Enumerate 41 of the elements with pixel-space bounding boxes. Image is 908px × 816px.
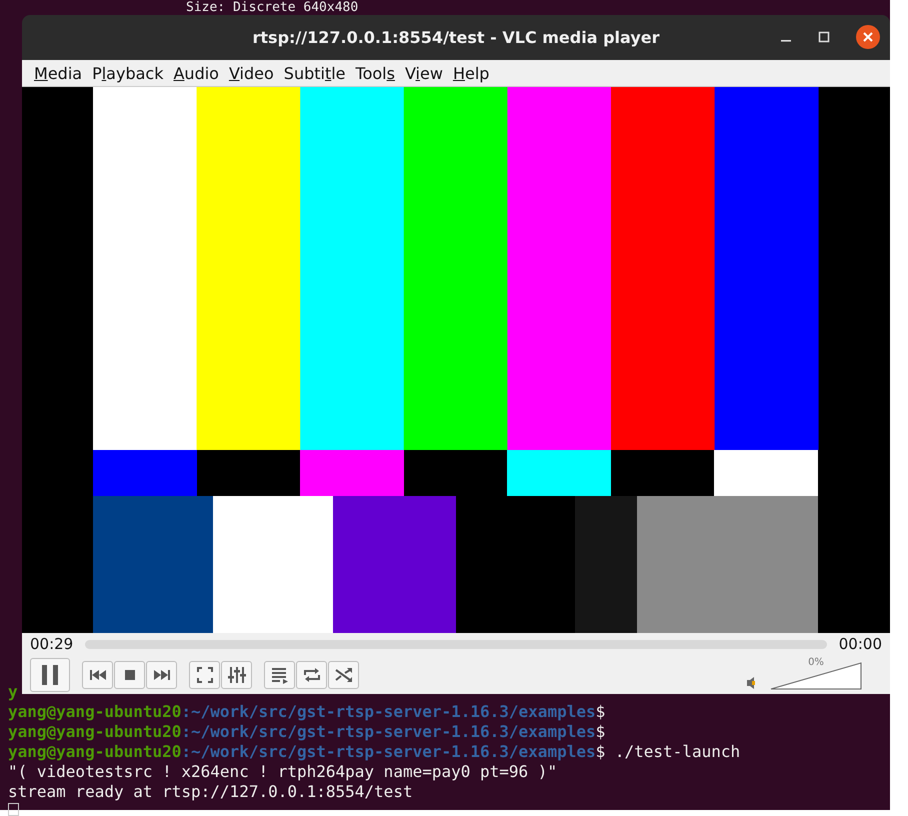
menu-item[interactable]: Playback bbox=[88, 64, 168, 82]
close-icon[interactable] bbox=[856, 25, 880, 49]
next-button[interactable] bbox=[146, 660, 177, 688]
volume-reading: 0% bbox=[808, 657, 824, 668]
loop-button[interactable] bbox=[296, 660, 327, 688]
elapsed-time: 00:29 bbox=[30, 635, 74, 653]
pause-icon bbox=[39, 662, 61, 686]
stop-icon bbox=[122, 668, 136, 682]
playlist-button[interactable] bbox=[264, 660, 295, 688]
pause-button[interactable] bbox=[30, 658, 70, 692]
terminal-line: yang@yang-ubuntu20:~/work/src/gst-rtsp-server-1.16.3/examples$ bbox=[8, 702, 606, 722]
playlist-icon bbox=[270, 666, 290, 684]
stop-button[interactable] bbox=[114, 660, 145, 688]
next-icon bbox=[152, 668, 170, 682]
terminal-line: stream ready at rtsp://127.0.0.1:8554/test bbox=[8, 782, 413, 802]
menu-item[interactable]: Subtitle bbox=[280, 64, 350, 82]
previous-icon bbox=[88, 668, 106, 682]
loop-icon bbox=[302, 666, 322, 684]
menu-item[interactable]: Audio bbox=[169, 64, 223, 82]
menu-item[interactable]: Tools bbox=[352, 64, 399, 82]
menu-item[interactable]: Help bbox=[448, 64, 494, 82]
terminal-line: y bbox=[8, 682, 18, 702]
terminal-line: Size: Discrete 640x480 bbox=[186, 0, 358, 15]
menu-item[interactable]: Video bbox=[224, 64, 278, 82]
menu-item[interactable]: View bbox=[400, 64, 447, 82]
fullscreen-button[interactable] bbox=[189, 660, 220, 688]
total-time: 00:00 bbox=[838, 635, 882, 653]
equalizer-button[interactable] bbox=[221, 660, 252, 688]
terminal-line: yang@yang-ubuntu20:~/work/src/gst-rtsp-server-1.16.3/examples$ bbox=[8, 722, 606, 742]
speaker-icon[interactable] bbox=[746, 676, 756, 690]
shuffle-icon bbox=[334, 666, 354, 684]
terminal-line: "( videotestsrc ! x264enc ! rtph264pay name=pay0 pt=96 )" bbox=[8, 762, 558, 782]
previous-button[interactable] bbox=[82, 660, 113, 688]
sliders-icon bbox=[226, 666, 246, 684]
fullscreen-icon bbox=[196, 666, 214, 684]
menu-item[interactable]: Media bbox=[30, 64, 86, 82]
shuffle-button[interactable] bbox=[328, 660, 359, 688]
maximize-icon[interactable] bbox=[818, 31, 830, 43]
terminal-line: yang@yang-ubuntu20:~/work/src/gst-rtsp-server-1.16.3/examples$ ./test-launch bbox=[8, 742, 740, 762]
cursor-icon bbox=[8, 803, 19, 816]
window-title: rtsp://127.0.0.1:8554/test - VLC media player bbox=[252, 28, 660, 47]
